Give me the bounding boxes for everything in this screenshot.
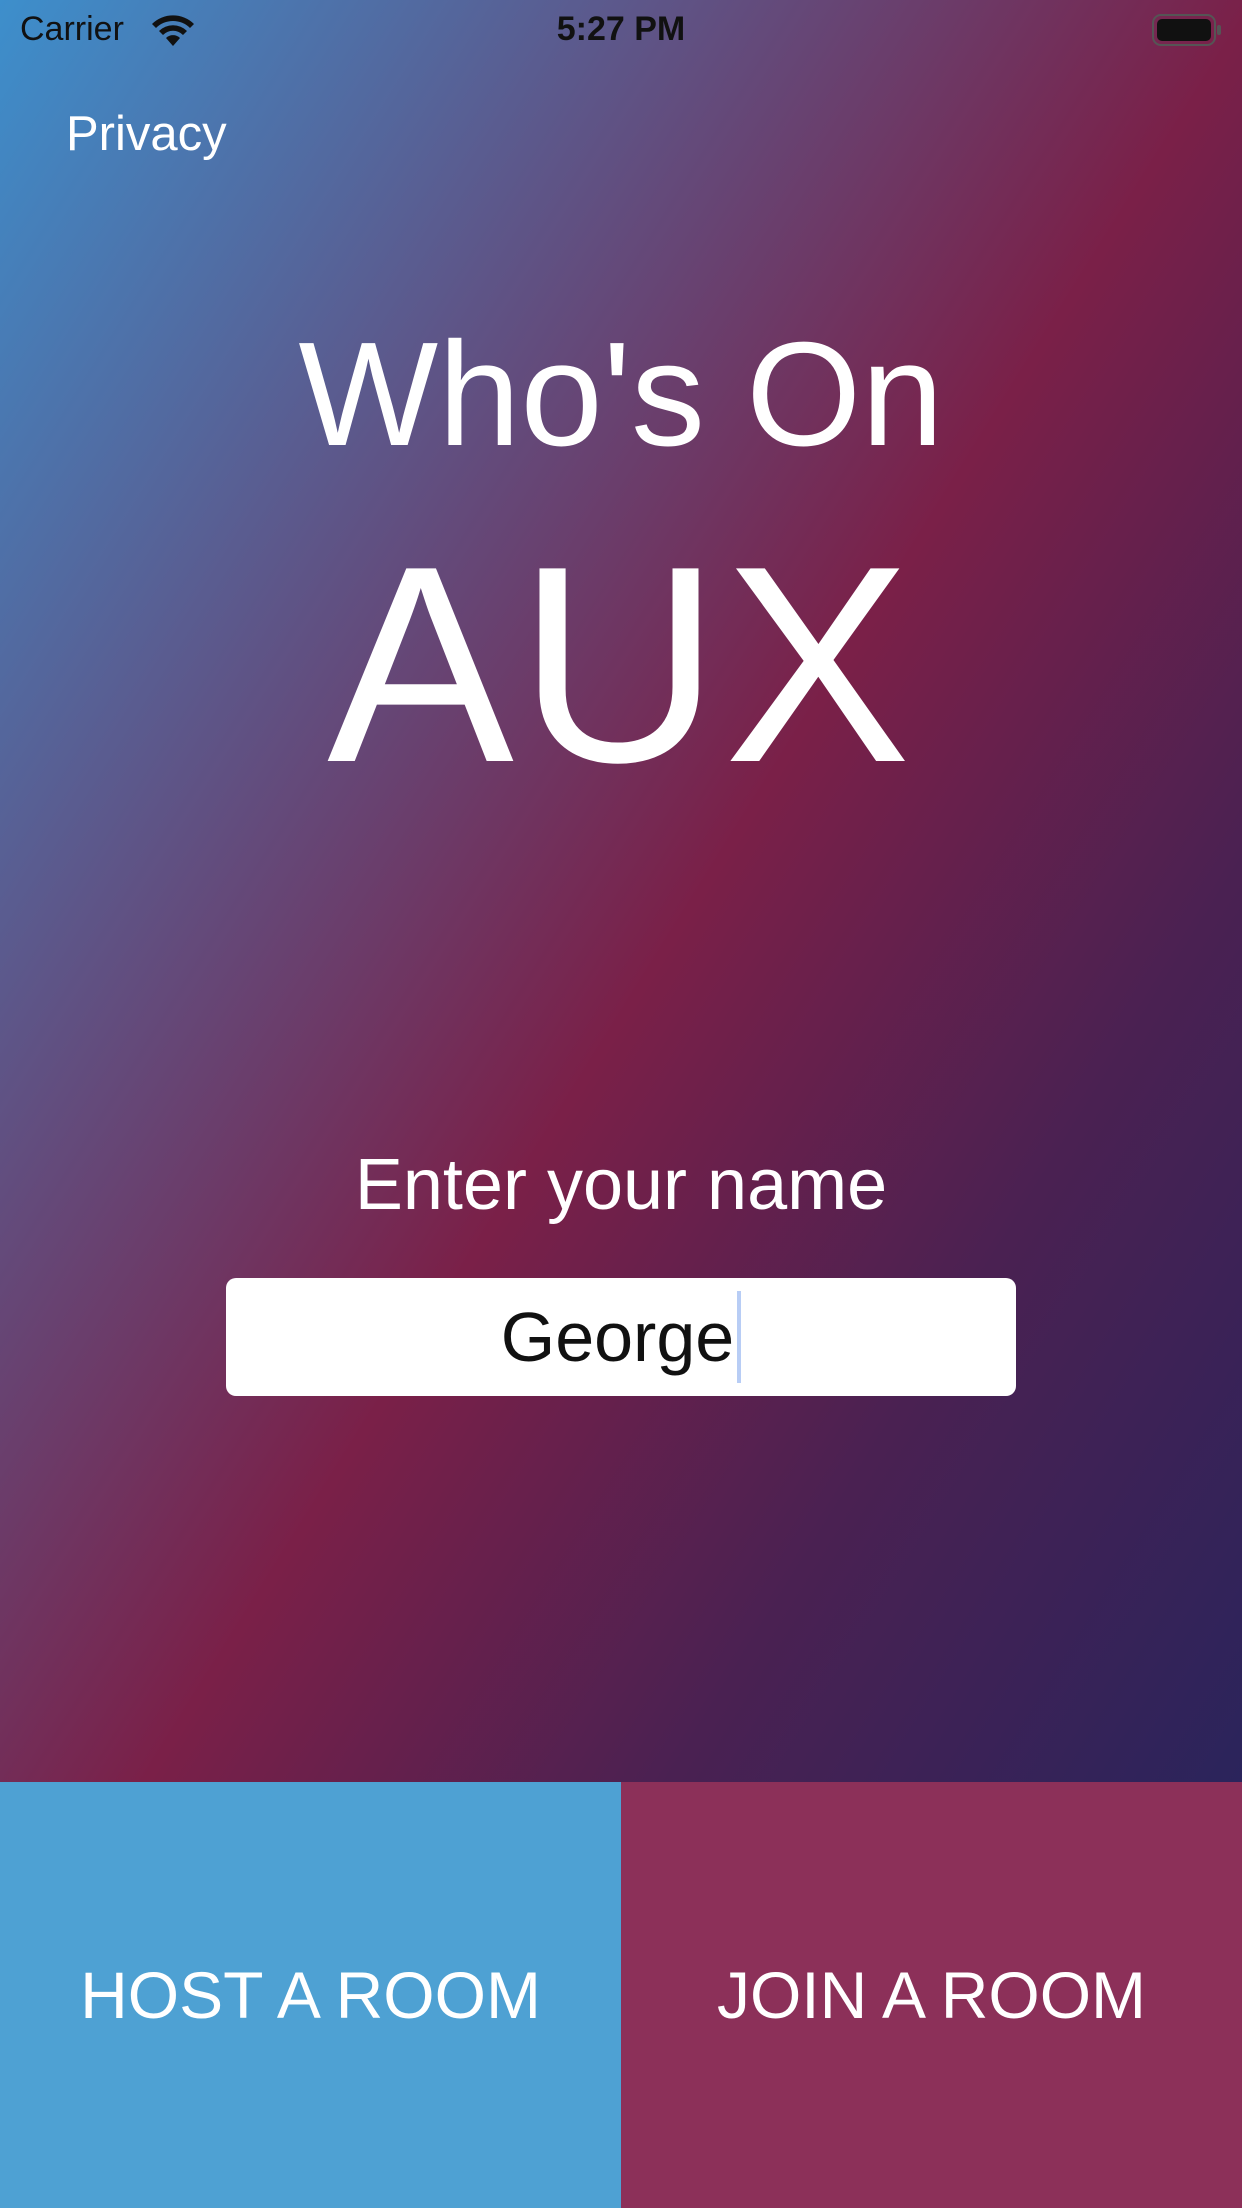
app-title-line1: Who's On [298,312,944,477]
name-prompt-label: Enter your name [354,1145,888,1225]
battery-icon [1152,14,1222,46]
name-input-field[interactable]: George [226,1278,1016,1396]
status-bar: Carrier 5:27 PM [0,0,1242,62]
name-input-value[interactable]: George [501,1297,734,1377]
status-time: 5:27 PM [556,10,686,48]
join-room-button[interactable]: JOIN A ROOM [621,1782,1242,2208]
app-title-line2: AUX [327,509,915,821]
text-caret [737,1291,742,1383]
privacy-link[interactable]: Privacy [66,106,227,162]
host-room-button[interactable]: HOST A ROOM [0,1782,621,2208]
